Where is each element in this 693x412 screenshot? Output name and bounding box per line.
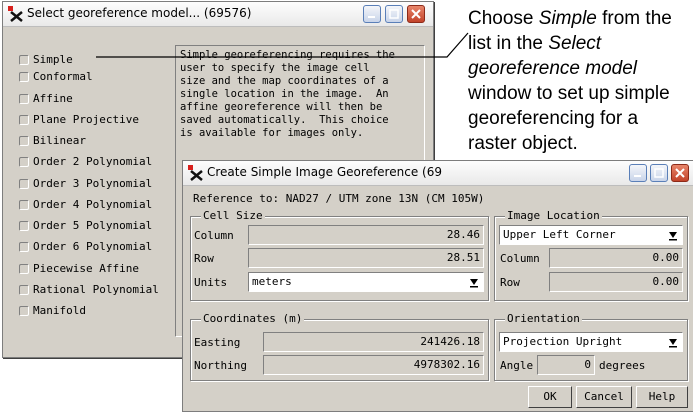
image-location-value: Upper Left Corner: [503, 228, 616, 241]
minimize-button[interactable]: [363, 5, 381, 23]
radio-label: Bilinear: [33, 134, 86, 147]
callout-text-1: Choose: [468, 8, 539, 29]
description-text: Simple georeferencing requires the user …: [180, 49, 395, 139]
radio-label: Simple: [33, 53, 73, 66]
radio-label: Affine: [33, 92, 73, 105]
radio-button[interactable]: [19, 157, 29, 167]
cell-row-label: Row: [194, 252, 214, 265]
radio-button[interactable]: [19, 285, 29, 295]
help-button[interactable]: Help: [636, 386, 688, 408]
cell-column-label: Column: [194, 229, 234, 242]
units-value: meters: [252, 275, 292, 288]
radio-label: Manifold: [33, 304, 86, 317]
reference-system-label: Reference to: NAD27 / UTM zone 13N (CM 1…: [193, 192, 485, 205]
location-row-field[interactable]: 0.00: [549, 272, 683, 292]
group-title: Coordinates (m): [201, 312, 305, 325]
degrees-label: degrees: [599, 359, 646, 372]
location-column-field[interactable]: 0.00: [549, 248, 683, 268]
title-bar: Select georeference model... (69576): [3, 2, 433, 27]
radio-button[interactable]: [19, 221, 29, 231]
radio-label: Piecewise Affine: [33, 262, 139, 275]
northing-field[interactable]: 4978302.16: [263, 355, 484, 375]
maximize-icon: [654, 168, 664, 178]
radio-label: Order 2 Polynomial: [33, 155, 153, 168]
group-title: Orientation: [505, 312, 582, 325]
radio-button[interactable]: [19, 94, 29, 104]
radio-button[interactable]: [19, 242, 29, 252]
easting-label: Easting: [194, 336, 241, 349]
radio-label: Order 5 Polynomial: [33, 219, 153, 232]
minimize-icon: [634, 175, 641, 177]
radio-button[interactable]: [19, 306, 29, 316]
orientation-dropdown[interactable]: Projection Upright: [499, 332, 683, 352]
northing-label: Northing: [194, 359, 247, 372]
radio-label: Plane Projective: [33, 113, 139, 126]
location-row-label: Row: [500, 276, 520, 289]
angle-label: Angle: [500, 359, 534, 372]
easting-field[interactable]: 241426.18: [263, 332, 484, 352]
tntmips-app-icon: [8, 6, 23, 22]
maximize-button[interactable]: [385, 5, 403, 23]
callout-text: Choose Simple from the list in the Selec…: [468, 6, 690, 156]
cell-column-field[interactable]: 28.46: [248, 225, 484, 245]
units-label: Units: [194, 276, 228, 289]
radio-button[interactable]: [19, 264, 29, 274]
angle-field[interactable]: 0: [537, 355, 595, 375]
callout-text-5: window to set up simple georeferencing f…: [468, 83, 670, 154]
radio-label: Conformal: [33, 70, 93, 83]
image-location-dropdown[interactable]: Upper Left Corner: [499, 225, 683, 245]
radio-button[interactable]: [19, 55, 29, 65]
location-column-label: Column: [500, 252, 540, 265]
group-title: Cell Size: [201, 209, 265, 222]
window-title: Create Simple Image Georeference (69: [207, 165, 442, 179]
tntmips-app-icon: [188, 165, 203, 181]
radio-label: Order 3 Polynomial: [33, 177, 153, 190]
close-button[interactable]: [407, 5, 425, 23]
radio-label: Order 4 Polynomial: [33, 198, 153, 211]
maximize-icon: [389, 9, 399, 19]
radio-button[interactable]: [19, 72, 29, 82]
group-title: Image Location: [505, 209, 602, 222]
window-title: Select georeference model... (69576): [27, 6, 252, 20]
maximize-button[interactable]: [650, 164, 668, 182]
radio-button[interactable]: [19, 136, 29, 146]
chevron-down-icon: [669, 232, 677, 241]
close-button[interactable]: [671, 164, 689, 182]
radio-label: Rational Polynomial: [33, 283, 159, 296]
close-icon: [411, 9, 421, 19]
radio-button[interactable]: [19, 200, 29, 210]
units-dropdown[interactable]: meters: [248, 272, 484, 292]
radio-button[interactable]: [19, 115, 29, 125]
title-bar: Create Simple Image Georeference (69: [183, 161, 693, 186]
radio-button[interactable]: [19, 179, 29, 189]
close-icon: [675, 168, 685, 178]
create-simple-georeference-window: Create Simple Image Georeference (69 Ref…: [182, 160, 693, 412]
minimize-button[interactable]: [629, 164, 647, 182]
orientation-value: Projection Upright: [503, 335, 623, 348]
cell-row-field[interactable]: 28.51: [248, 248, 484, 268]
callout-text-2: Simple: [538, 8, 597, 29]
chevron-down-icon: [669, 339, 677, 348]
chevron-down-icon: [470, 279, 478, 288]
minimize-icon: [368, 16, 375, 18]
ok-button[interactable]: OK: [528, 386, 572, 408]
cancel-button[interactable]: Cancel: [576, 386, 632, 408]
radio-label: Order 6 Polynomial: [33, 240, 153, 253]
